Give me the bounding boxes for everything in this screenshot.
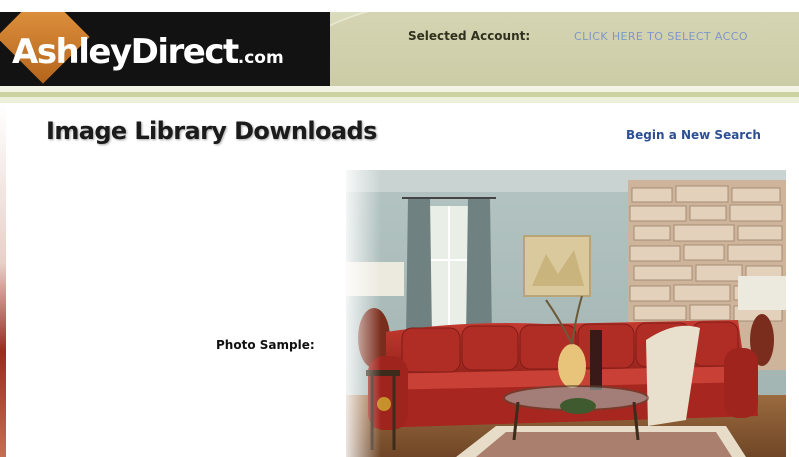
- living-room-photo: [346, 170, 786, 457]
- logo[interactable]: AshleyDirect.com: [0, 12, 330, 86]
- select-account-link[interactable]: CLICK HERE TO SELECT ACCO: [574, 30, 799, 43]
- photo-sample-label: Photo Sample:: [216, 338, 315, 352]
- header-rule-pale: [0, 97, 799, 103]
- page-title: Image Library Downloads: [46, 117, 377, 145]
- selected-account-label: Selected Account:: [408, 29, 531, 43]
- begin-new-search-link[interactable]: Begin a New Search: [626, 128, 761, 142]
- header-swoosh: [296, 12, 799, 86]
- logo-text: AshleyDirect.com: [12, 32, 284, 78]
- site-header: AshleyDirect.com Selected Account: CLICK…: [0, 12, 799, 86]
- top-strip: [0, 0, 799, 12]
- logo-main-text: AshleyDirect: [12, 32, 239, 72]
- photo-sample-image: [346, 170, 786, 457]
- left-edge-strip: [0, 105, 6, 457]
- logo-suffix-text: .com: [237, 48, 284, 68]
